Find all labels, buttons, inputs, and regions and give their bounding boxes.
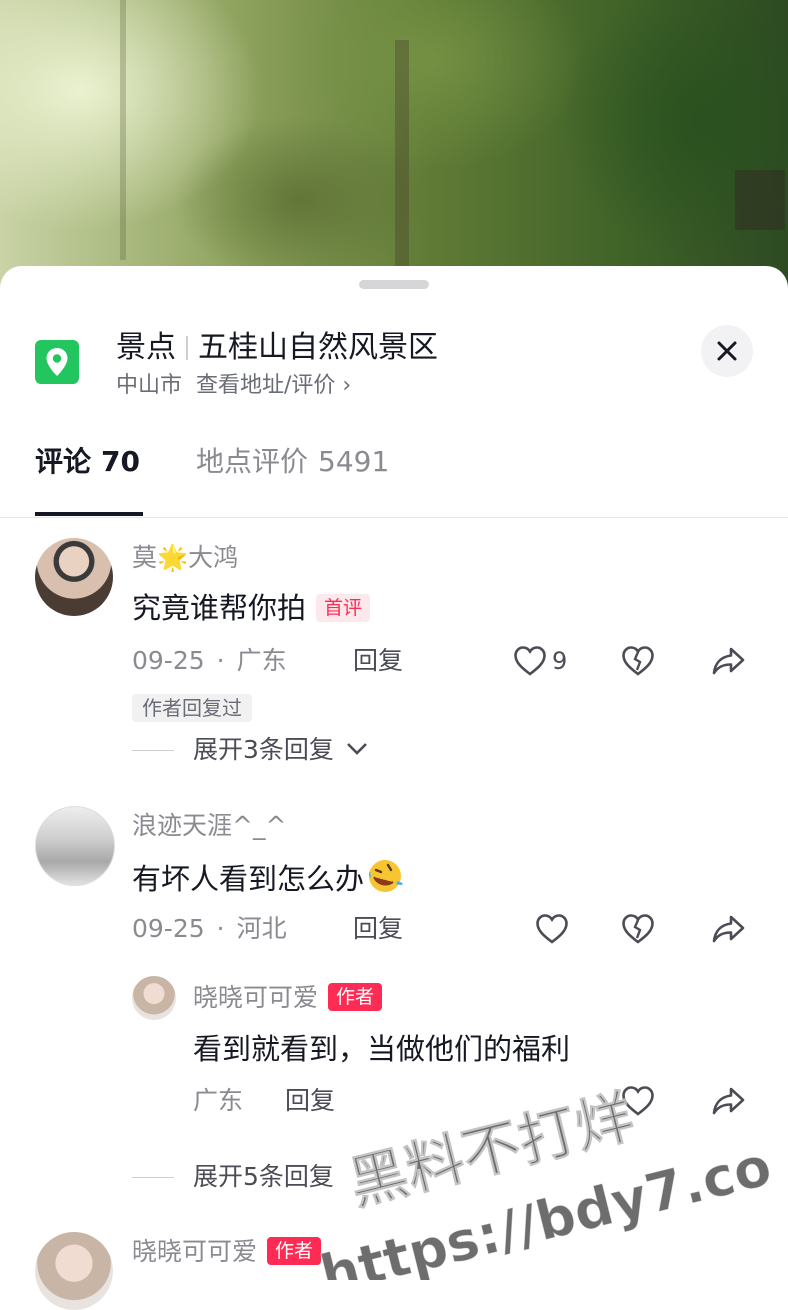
- reply-button[interactable]: 回复: [285, 1085, 335, 1117]
- reply-button[interactable]: 回复: [353, 913, 403, 945]
- share-icon[interactable]: [711, 1083, 747, 1119]
- location-name: 五桂山自然风景区: [198, 330, 438, 365]
- comment-date: 09-25: [132, 914, 205, 943]
- author-badge: 作者: [328, 983, 383, 1011]
- tab-divider: [0, 517, 788, 518]
- dislike-icon[interactable]: [620, 911, 656, 947]
- expand-divider: [132, 750, 174, 751]
- comment-region: 广东: [236, 646, 287, 675]
- like-icon[interactable]: [512, 643, 548, 679]
- tab-place-reviews[interactable]: 地点评价 5491: [196, 444, 389, 480]
- comment-meta: 09-25 · 河北: [132, 914, 287, 943]
- view-address-link[interactable]: 查看地址/评价 ›: [196, 373, 351, 398]
- tab-reviews-count: 5491: [318, 445, 390, 478]
- location-category: 景点: [116, 330, 176, 365]
- like-icon[interactable]: [534, 911, 570, 947]
- location-sheet: 景点 五桂山自然风景区 中山市 查看地址/评价 › 评论 70 地点评价 5491: [0, 266, 788, 1280]
- comment-text: 有坏人看到怎么办: [132, 857, 404, 898]
- like-count: 9: [552, 647, 568, 675]
- location-city: 中山市: [116, 373, 183, 398]
- expand-replies-button[interactable]: 展开3条回复: [193, 734, 368, 766]
- share-icon[interactable]: [711, 643, 747, 679]
- first-comment-badge: 首评: [316, 594, 371, 622]
- comment-date: 09-25: [132, 646, 205, 675]
- background-photo: [0, 0, 788, 300]
- tab-comments[interactable]: 评论 70: [35, 444, 140, 480]
- comment-username[interactable]: 莫🌟大鸿: [132, 542, 238, 574]
- close-button[interactable]: [701, 325, 753, 377]
- location-pin-icon: [35, 340, 79, 384]
- comment-region: 河北: [236, 914, 287, 943]
- location-title[interactable]: 景点 五桂山自然风景区: [116, 328, 438, 368]
- share-icon[interactable]: [711, 911, 747, 947]
- dislike-icon[interactable]: [620, 1083, 656, 1119]
- tab-comments-label: 评论: [35, 445, 92, 478]
- comment-text: 究竟谁帮你拍 首评: [132, 589, 371, 627]
- dislike-icon[interactable]: [620, 643, 656, 679]
- tab-comments-count: 70: [101, 445, 140, 478]
- avatar[interactable]: [35, 538, 113, 616]
- reply-button[interactable]: 回复: [353, 645, 403, 677]
- comment-username[interactable]: 晓晓可可爱 作者: [132, 1236, 322, 1268]
- expand-replies-button[interactable]: 展开5条回复: [193, 1161, 334, 1193]
- author-replied-tag: 作者回复过: [132, 694, 252, 722]
- avatar[interactable]: [35, 806, 115, 886]
- reply-region: 广东: [193, 1086, 244, 1115]
- reply-meta: 广东: [193, 1085, 243, 1117]
- comment-username[interactable]: 浪迹天涯^_^: [132, 810, 286, 842]
- reply-text: 看到就看到，当做他们的福利: [193, 1032, 571, 1066]
- location-subtitle: 中山市 查看地址/评价 ›: [116, 372, 351, 400]
- chevron-down-icon: [346, 743, 367, 755]
- rofl-emoji-icon: [368, 860, 404, 892]
- tab-reviews-label: 地点评价: [196, 445, 309, 478]
- expand-divider: [132, 1177, 174, 1178]
- close-icon: [717, 341, 737, 361]
- title-separator: [186, 336, 188, 360]
- reply-avatar[interactable]: [132, 976, 176, 1020]
- active-tab-indicator: [35, 512, 143, 516]
- comment-meta: 09-25 · 广东: [132, 646, 287, 675]
- drag-handle[interactable]: [359, 280, 429, 289]
- author-badge: 作者: [267, 1237, 322, 1265]
- reply-username[interactable]: 晓晓可可爱 作者: [193, 982, 383, 1014]
- avatar[interactable]: [35, 1232, 113, 1310]
